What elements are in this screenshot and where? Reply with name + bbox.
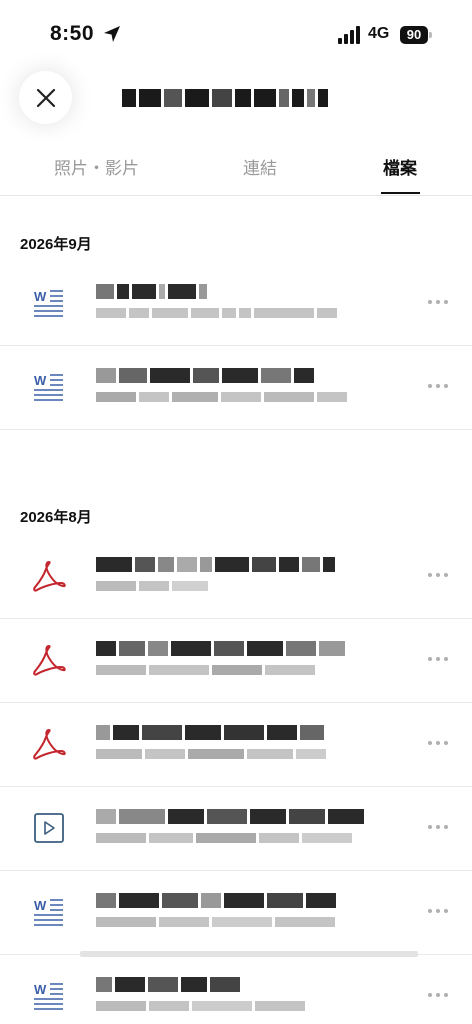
tab-links[interactable]: 連結 bbox=[243, 154, 277, 179]
word-icon: W bbox=[34, 373, 63, 401]
svg-text:W: W bbox=[34, 898, 47, 913]
svg-text:W: W bbox=[34, 373, 47, 388]
section-label-aug: 2026年8月 bbox=[20, 509, 92, 526]
more-options-button[interactable] bbox=[424, 296, 452, 308]
network-label: 4G bbox=[368, 25, 390, 42]
more-options-button[interactable] bbox=[424, 905, 452, 917]
file-name-redacted bbox=[96, 807, 364, 825]
battery-tip bbox=[429, 32, 432, 38]
file-name-redacted bbox=[96, 366, 314, 384]
file-meta-redacted bbox=[96, 306, 337, 320]
more-options-button[interactable] bbox=[424, 737, 452, 749]
battery-level: 90 bbox=[400, 26, 428, 44]
file-row[interactable]: W bbox=[0, 955, 472, 1024]
word-icon: W bbox=[34, 898, 63, 926]
pdf-icon bbox=[33, 561, 66, 592]
file-meta-redacted bbox=[96, 999, 305, 1013]
location-arrow-icon bbox=[104, 26, 120, 42]
more-options-button[interactable] bbox=[424, 653, 452, 665]
file-meta-redacted bbox=[96, 747, 326, 761]
more-options-button[interactable] bbox=[424, 569, 452, 581]
file-name-redacted bbox=[96, 639, 345, 657]
file-meta-redacted bbox=[96, 831, 352, 845]
word-icon: W bbox=[34, 289, 63, 317]
pdf-icon bbox=[33, 729, 66, 760]
file-name-redacted bbox=[96, 975, 240, 993]
file-meta-redacted bbox=[96, 390, 347, 404]
file-meta-redacted bbox=[96, 579, 208, 593]
close-icon bbox=[36, 88, 55, 107]
file-meta-redacted bbox=[96, 915, 335, 929]
file-row[interactable]: W bbox=[0, 262, 472, 346]
tab-active-indicator bbox=[381, 192, 420, 194]
file-name-redacted bbox=[96, 555, 335, 573]
word-icon: W bbox=[34, 982, 63, 1010]
file-name-redacted bbox=[96, 723, 324, 741]
tab-bar: 照片・影片 連結 檔案 bbox=[0, 140, 472, 196]
file-name-redacted bbox=[96, 282, 207, 300]
pdf-icon bbox=[33, 645, 66, 676]
status-bar: 8:50 4G 90 bbox=[0, 0, 472, 70]
chat-title-redacted bbox=[122, 84, 352, 112]
file-row[interactable] bbox=[0, 703, 472, 787]
file-row[interactable] bbox=[0, 619, 472, 703]
file-meta-redacted bbox=[96, 663, 315, 677]
tab-files[interactable]: 檔案 bbox=[383, 154, 417, 179]
battery-icon: 90 bbox=[400, 26, 432, 44]
file-row[interactable] bbox=[0, 535, 472, 619]
section-label-sept: 2026年9月 bbox=[20, 236, 92, 253]
svg-text:W: W bbox=[34, 982, 47, 997]
file-row[interactable]: W bbox=[0, 871, 472, 955]
status-time: 8:50 bbox=[50, 22, 95, 45]
more-options-button[interactable] bbox=[424, 989, 452, 1001]
more-options-button[interactable] bbox=[424, 821, 452, 833]
file-name-redacted bbox=[96, 891, 336, 909]
file-row[interactable]: W bbox=[0, 346, 472, 430]
video-icon bbox=[34, 813, 64, 843]
close-button[interactable] bbox=[19, 71, 72, 124]
more-options-button[interactable] bbox=[424, 380, 452, 392]
svg-text:W: W bbox=[34, 289, 47, 304]
file-row[interactable] bbox=[0, 787, 472, 871]
signal-icon bbox=[338, 26, 360, 44]
tab-photos-videos[interactable]: 照片・影片 bbox=[54, 154, 139, 179]
